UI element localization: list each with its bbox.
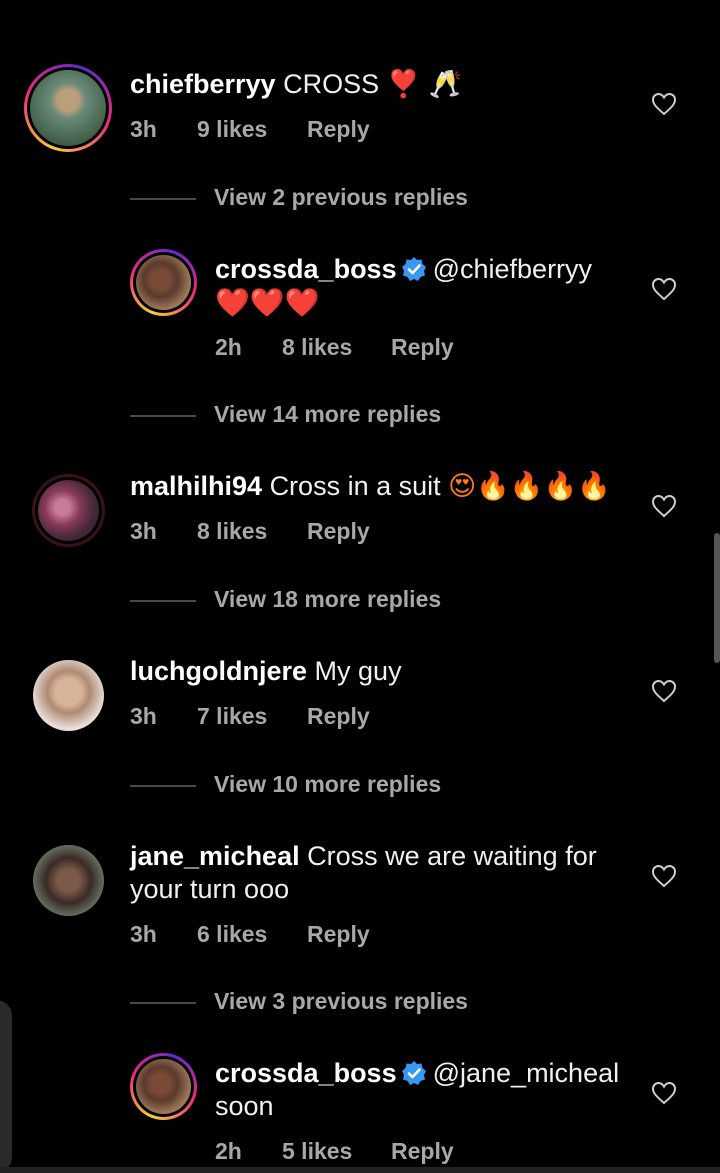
reply-button[interactable]: Reply [307, 703, 370, 730]
comment-text: crossda_boss @chiefberryy [215, 253, 592, 286]
divider-line [130, 1002, 196, 1004]
username[interactable]: chiefberryy [130, 69, 276, 99]
view-replies-label: View 18 more replies [214, 586, 442, 612]
reply-button[interactable]: Reply [391, 1138, 454, 1165]
emoji: 😍🔥🔥🔥🔥 [448, 471, 611, 502]
comment-text: malhilhi94 Cross in a suit 😍🔥🔥🔥🔥 [130, 470, 611, 503]
likes-count[interactable]: 5 likes [282, 1138, 352, 1165]
heart-icon[interactable] [651, 92, 677, 116]
avatar[interactable] [32, 474, 105, 547]
likes-count[interactable]: 9 likes [197, 116, 267, 143]
comment-text: luchgoldnjere My guy [130, 655, 402, 688]
top-partial-glyph: ˇ [28, 0, 35, 12]
view-replies-label: View 2 previous replies [214, 184, 468, 210]
likes-count[interactable]: 8 likes [282, 334, 352, 361]
divider-line [130, 415, 196, 417]
divider-line [130, 785, 196, 787]
comment-body: ❤️❤️❤️ [215, 286, 320, 319]
bottom-edge [0, 1167, 720, 1173]
comment-text: jane_micheal Cross we are waiting for [130, 840, 597, 873]
comment-text: chiefberryy CROSS ❣️ 🥂 [130, 68, 462, 101]
top-partial-glyph: ˇ [650, 0, 657, 12]
edge-panel-handle[interactable] [0, 1000, 12, 1173]
reply-button[interactable]: Reply [391, 334, 454, 361]
comment-body: soon [215, 1091, 274, 1121]
timestamp: 3h [130, 116, 157, 142]
mention-link[interactable]: @chiefberryy [433, 254, 592, 284]
reply-button[interactable]: Reply [307, 921, 370, 948]
username[interactable]: jane_micheal [130, 841, 300, 871]
heart-icon[interactable] [651, 494, 677, 518]
timestamp: 3h [130, 518, 157, 544]
comment-text: crossda_boss @jane_micheal [215, 1057, 619, 1090]
view-replies-label: View 10 more replies [214, 771, 442, 797]
scrollbar[interactable] [714, 533, 720, 663]
comment-body: My guy [314, 656, 402, 686]
verified-badge-icon [401, 257, 426, 281]
heart-icon[interactable] [651, 1081, 677, 1105]
timestamp: 3h [130, 703, 157, 729]
timestamp: 2h [215, 334, 242, 360]
comment-body-line2: your turn ooo [130, 874, 290, 904]
comment-body: Cross in a suit [269, 471, 441, 501]
comment-body: CROSS [283, 69, 380, 99]
verified-badge-icon [401, 1061, 426, 1085]
timestamp: 2h [215, 1138, 242, 1164]
avatar[interactable] [130, 249, 197, 316]
username[interactable]: crossda_boss [215, 1058, 397, 1088]
likes-count[interactable]: 8 likes [197, 518, 267, 545]
avatar[interactable] [24, 64, 112, 152]
reply-button[interactable]: Reply [307, 116, 370, 143]
divider-line [130, 600, 196, 602]
timestamp: 3h [130, 921, 157, 947]
avatar[interactable] [130, 1053, 197, 1120]
view-replies-label: View 14 more replies [214, 401, 442, 427]
likes-count[interactable]: 7 likes [197, 703, 267, 730]
username[interactable]: crossda_boss [215, 254, 397, 284]
avatar[interactable] [33, 845, 104, 916]
reply-button[interactable]: Reply [307, 518, 370, 545]
divider-line [130, 198, 196, 200]
heart-icon[interactable] [651, 679, 677, 703]
heart-icon[interactable] [651, 864, 677, 888]
mention-link[interactable]: @jane_micheal [433, 1058, 620, 1088]
comment-body: Cross we are waiting for [307, 841, 597, 871]
emoji: ❣️ 🥂 [386, 69, 463, 100]
heart-icon[interactable] [651, 277, 677, 301]
view-replies-label: View 3 previous replies [214, 988, 468, 1014]
avatar[interactable] [33, 660, 104, 731]
username[interactable]: malhilhi94 [130, 471, 262, 501]
likes-count[interactable]: 6 likes [197, 921, 267, 948]
username[interactable]: luchgoldnjere [130, 656, 307, 686]
